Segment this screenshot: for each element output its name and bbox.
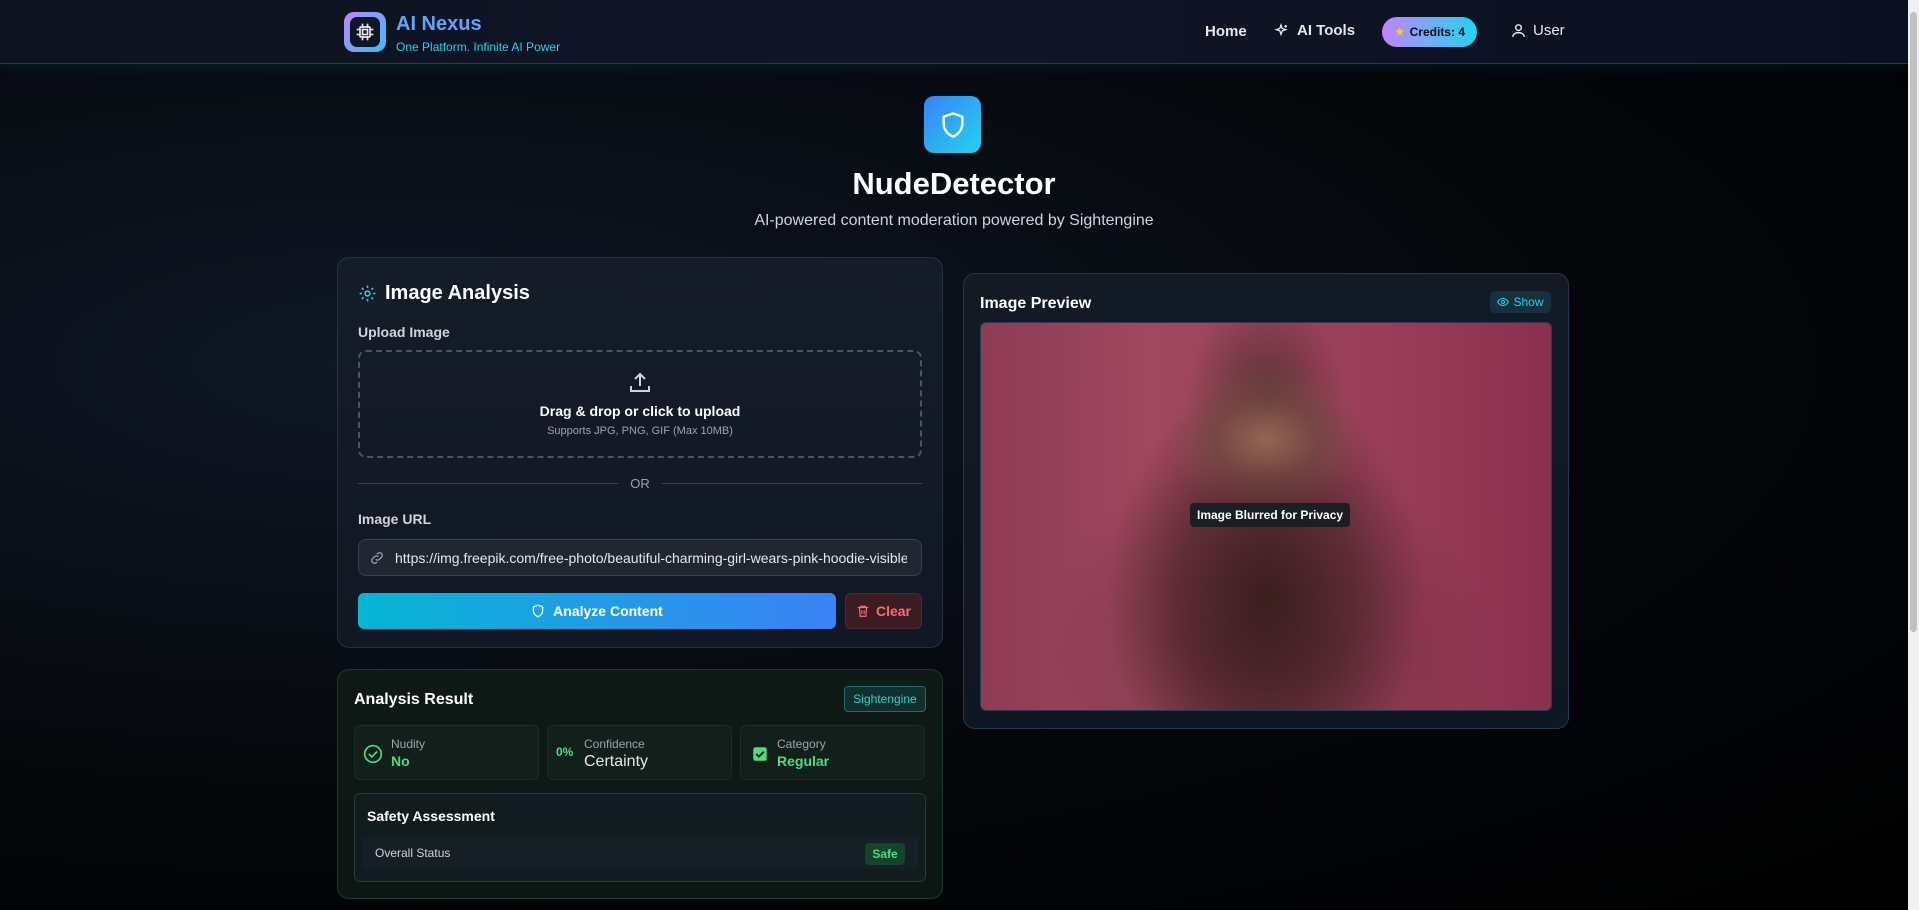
image-url-field[interactable] — [358, 539, 922, 576]
nav-home-link[interactable]: Home — [1205, 23, 1247, 40]
stat-confidence-value: Certainty — [584, 753, 649, 770]
image-analysis-heading: Image Analysis — [358, 282, 530, 305]
stat-category-label: Category — [777, 737, 826, 751]
credits-label: Credits: 4 — [1409, 25, 1465, 39]
gear-icon — [359, 285, 376, 302]
sparkles-icon — [1274, 22, 1288, 36]
stat-confidence-label: Confidence — [584, 737, 645, 751]
analyze-content-label: Analyze Content — [553, 603, 663, 619]
logo[interactable] — [344, 12, 386, 52]
upload-icon — [630, 372, 650, 392]
show-image-button[interactable]: Show — [1490, 291, 1551, 313]
clear-label: Clear — [875, 603, 912, 619]
image-analysis-panel: Image Analysis Upload Image Drag & drop … — [337, 257, 943, 648]
or-divider: OR — [358, 476, 922, 491]
chip-icon — [356, 23, 374, 41]
trash-icon — [857, 605, 869, 617]
nav-user-label: User — [1533, 22, 1565, 39]
shield-icon — [942, 111, 963, 138]
stat-nudity: Nudity No — [354, 725, 539, 780]
image-analysis-title: Image Analysis — [385, 282, 530, 304]
stat-category-value: Regular — [777, 753, 830, 769]
page-title: NudeDetector — [852, 166, 1056, 201]
stat-category: Category Regular — [740, 725, 925, 780]
image-preview-title: Image Preview — [980, 295, 1092, 312]
image-url-input[interactable] — [395, 549, 907, 566]
show-label: Show — [1513, 295, 1544, 309]
status-badge: Safe — [865, 843, 905, 865]
nav-ai-tools-label: AI Tools — [1297, 22, 1356, 39]
brand-subtitle: One Platform. Infinite AI Power — [396, 40, 561, 54]
blurred-privacy-badge: Image Blurred for Privacy — [1190, 503, 1351, 527]
upload-dropzone[interactable]: Drag & drop or click to upload Supports … — [358, 350, 922, 458]
dropzone-title: Drag & drop or click to upload — [539, 403, 741, 419]
overall-status-label: Overall Status — [375, 846, 451, 860]
image-preview-panel: Image Preview Show Image Blurred for Pri… — [963, 273, 1569, 729]
confidence-badge: 0% — [556, 745, 574, 759]
brand-title[interactable]: AI Nexus — [396, 13, 482, 36]
nav-ai-tools-link[interactable]: AI Tools — [1273, 22, 1355, 39]
upload-image-label: Upload Image — [358, 324, 450, 340]
stat-confidence: 0% Confidence Certainty — [547, 725, 732, 780]
eye-icon — [1497, 297, 1510, 307]
stat-nudity-value: No — [391, 753, 410, 769]
blurred-image-preview: Image Blurred for Privacy — [980, 322, 1552, 711]
stat-nudity-label: Nudity — [391, 737, 426, 751]
top-header: AI Nexus One Platform. Infinite AI Power… — [0, 0, 1908, 64]
page-subtitle: AI-powered content moderation powered by… — [754, 212, 1154, 229]
safety-assessment-title: Safety Assessment — [367, 808, 495, 824]
provider-tag: Sightengine — [844, 686, 926, 712]
analysis-result-title: Analysis Result — [354, 691, 474, 708]
hero-shield-badge — [924, 96, 981, 153]
dropzone-hint: Supports JPG, PNG, GIF (Max 10MB) — [547, 425, 733, 437]
page-scrollbar-thumb[interactable] — [1910, 12, 1917, 632]
user-icon — [1512, 24, 1525, 37]
checkbox-icon — [753, 747, 767, 761]
analyze-content-button[interactable]: Analyze Content — [358, 593, 836, 629]
analysis-result-panel: Analysis Result Sightengine Nudity No 0%… — [337, 669, 943, 899]
clear-button[interactable]: Clear — [845, 593, 922, 629]
or-text: OR — [630, 476, 650, 491]
link-icon — [371, 551, 383, 564]
safety-assessment-box: Safety Assessment Overall Status Safe — [354, 793, 926, 882]
check-circle-icon — [363, 744, 383, 764]
credits-badge[interactable]: ★ Credits: 4 — [1382, 17, 1477, 47]
star-icon: ★ — [1393, 24, 1406, 39]
image-url-label: Image URL — [358, 511, 432, 527]
shield-icon — [532, 604, 544, 618]
nav-user-menu[interactable]: User — [1510, 22, 1565, 39]
overall-status-row: Overall Status Safe — [363, 837, 919, 869]
